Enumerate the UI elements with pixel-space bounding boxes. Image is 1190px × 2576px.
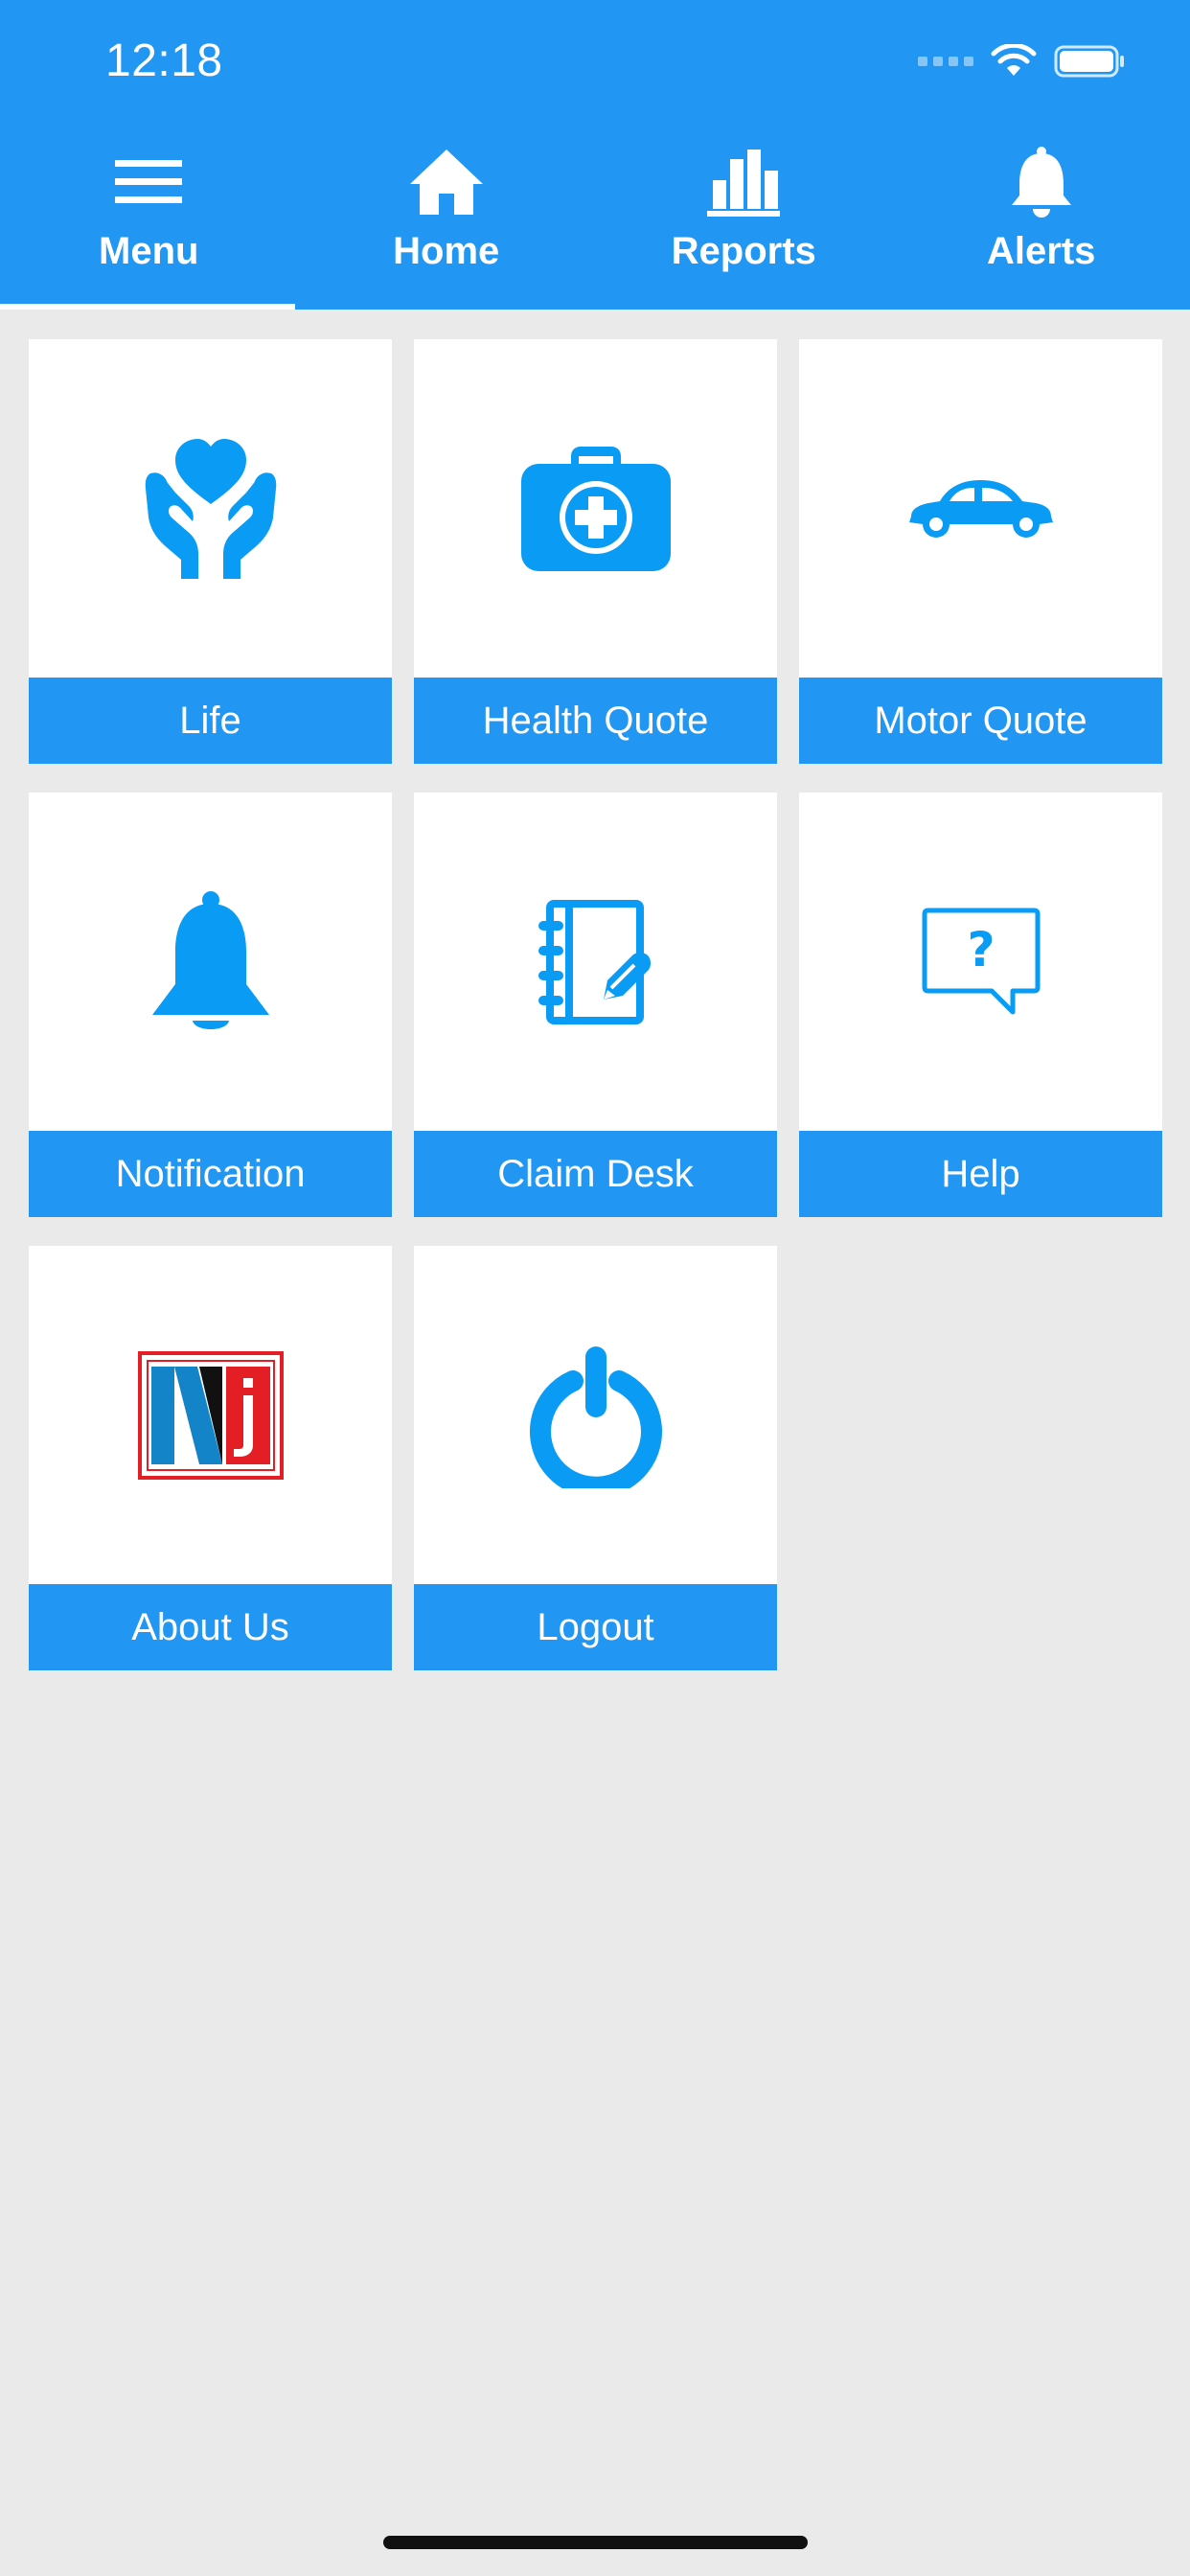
- bell-icon: [1008, 142, 1075, 222]
- tile-life[interactable]: Life: [29, 339, 392, 764]
- tile-logout-label: Logout: [414, 1584, 777, 1670]
- tab-home-label: Home: [393, 230, 500, 272]
- home-icon: [408, 142, 485, 222]
- help-bubble-icon: ?: [922, 908, 1040, 1014]
- status-icons: [918, 44, 1127, 79]
- heart-hands-icon: [145, 438, 276, 579]
- bar-chart-icon: [705, 142, 782, 222]
- tile-claim-desk[interactable]: Claim Desk: [414, 793, 777, 1217]
- menu-icon: [115, 142, 183, 222]
- company-logo-icon: [137, 1350, 284, 1480]
- status-time: 12:18: [105, 35, 223, 86]
- notebook-pen-icon: [538, 899, 651, 1024]
- tab-alerts[interactable]: Alerts: [893, 134, 1190, 310]
- car-icon: [908, 479, 1053, 538]
- tile-motor-quote-label: Motor Quote: [799, 678, 1162, 764]
- tile-about-us[interactable]: About Us: [29, 1246, 392, 1670]
- tab-reports-label: Reports: [671, 230, 816, 272]
- tile-motor-quote[interactable]: Motor Quote: [799, 339, 1162, 764]
- svg-text:?: ?: [967, 922, 995, 978]
- tab-home[interactable]: Home: [298, 134, 596, 310]
- tile-about-us-label: About Us: [29, 1584, 392, 1670]
- tile-logout[interactable]: Logout: [414, 1246, 777, 1670]
- tile-claim-desk-label: Claim Desk: [414, 1131, 777, 1217]
- tile-health-quote[interactable]: Health Quote: [414, 339, 777, 764]
- tab-alerts-label: Alerts: [987, 230, 1096, 272]
- tab-menu-label: Menu: [99, 230, 199, 272]
- battery-icon: [1054, 45, 1124, 78]
- tile-help-label: Help: [799, 1131, 1162, 1217]
- tile-health-quote-label: Health Quote: [414, 678, 777, 764]
- top-nav-tabs: Menu Home Reports Alerts: [0, 134, 1190, 310]
- tile-notification[interactable]: Notification: [29, 793, 392, 1217]
- wifi-icon: [991, 44, 1037, 76]
- cellular-signal-icon: [918, 57, 973, 66]
- bell-icon: [151, 890, 269, 1029]
- tab-reports[interactable]: Reports: [595, 134, 893, 310]
- medical-kit-icon: [520, 446, 671, 571]
- tile-help[interactable]: ? Help: [799, 793, 1162, 1217]
- tab-menu[interactable]: Menu: [0, 134, 298, 310]
- active-tab-indicator: [0, 304, 295, 310]
- app-header: 12:18 Menu Home Reports Alerts: [0, 0, 1190, 310]
- tile-notification-label: Notification: [29, 1131, 392, 1217]
- tile-life-label: Life: [29, 678, 392, 764]
- power-icon: [529, 1346, 662, 1488]
- home-indicator[interactable]: [383, 2536, 808, 2549]
